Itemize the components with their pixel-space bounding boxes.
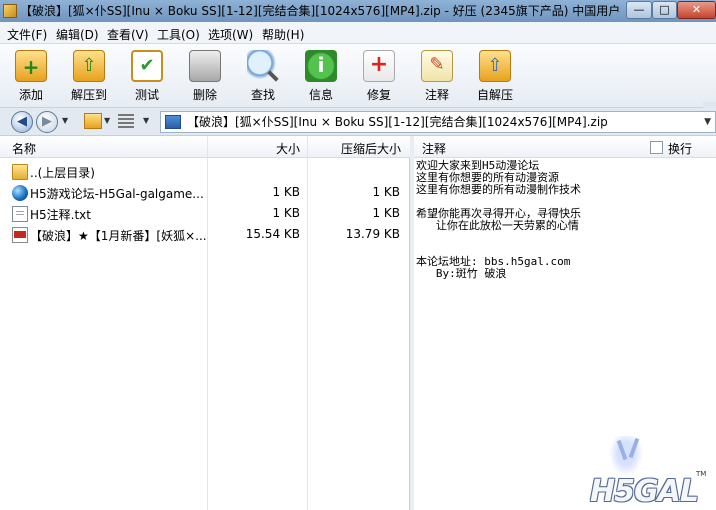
delete-button[interactable]: 删除 [179,48,231,104]
list-item[interactable]: H5游戏论坛-H5Gal-galgame... 1 KB 1 KB [0,182,410,203]
forward-button[interactable]: ▶ [36,111,58,133]
up-folder-icon[interactable] [84,113,102,129]
minimize-button[interactable]: — [626,1,652,19]
add-icon [15,50,47,82]
menu-help[interactable]: 帮助(H) [262,26,304,43]
file-size: 1 KB [272,185,300,199]
path-text: 【破浪】[狐×仆SS][Inu × Boku SS][1-12][完结合集][1… [187,115,608,129]
list-item[interactable]: 【破浪】★【1月新番】[妖狐×... 15.54 KB 13.79 KB [0,224,410,245]
menu-file[interactable]: 文件(F) [7,26,47,43]
address-bar: ◀ ▶ ▼ ▼ ▼ 【破浪】[狐×仆SS][Inu × Boku SS][1-1… [0,108,716,136]
file-list: 名称 大小 压缩后大小 ..(上层目录) H5游戏论坛-H5Gal-galgam… [0,136,410,510]
comment-pane: 注释 换行 欢迎大家来到H5动漫论坛 这里有你想要的所有动漫资源 这里有你想要的… [414,136,716,510]
h5gal-logo: H5GAL TM [584,436,714,509]
comment-label: 注释 [424,88,449,102]
file-name: H5游戏论坛-H5Gal-galgame... [30,187,204,201]
repair-label: 修复 [366,88,391,102]
comment-button[interactable]: 注释 [411,48,463,104]
column-size[interactable]: 大小 [276,140,300,157]
view-mode-icon[interactable] [118,114,134,128]
sfx-button[interactable]: 自解压 [469,48,521,104]
maximize-button[interactable]: □ [652,1,677,19]
folder-icon [12,164,28,180]
close-button[interactable]: ✕ [677,1,716,19]
delete-label: 删除 [192,88,217,102]
file-name: 【破浪】★【1月新番】[妖狐×... [30,229,206,243]
extract-icon [73,50,105,82]
back-button[interactable]: ◀ [11,111,33,133]
path-dropdown-icon[interactable]: ▼ [704,112,711,132]
comment-title: 注释 [422,142,447,156]
menu-edit[interactable]: 编辑(D) [56,26,99,43]
find-button[interactable]: 查找 [237,48,289,104]
title-bar: 【破浪】[狐×仆SS][Inu × Boku SS][1-12][完结合集][1… [0,0,716,22]
column-divider[interactable] [207,136,208,157]
comment-icon [421,50,453,82]
word-wrap-label[interactable]: 换行 [668,140,692,157]
globe-icon [12,185,28,201]
extract-to-button[interactable]: 解压到 [63,48,115,104]
delete-icon [189,50,221,82]
torrent-file-icon [12,227,28,243]
history-dropdown-icon[interactable]: ▼ [62,116,68,125]
file-list-header: 名称 大小 压缩后大小 [0,136,410,158]
menu-options[interactable]: 选项(W) [208,26,253,43]
txt-file-icon [12,206,28,222]
add-label: 添加 [18,88,43,102]
path-field[interactable]: 【破浪】[狐×仆SS][Inu × Boku SS][1-12][完结合集][1… [160,111,716,133]
menu-bar: 文件(F) 编辑(D) 查看(V) 工具(O) 选项(W) 帮助(H) [0,22,716,44]
file-compressed-size: 1 KB [372,185,400,199]
zip-archive-icon [165,115,181,129]
view-dropdown-icon[interactable]: ▼ [143,116,149,125]
repair-icon [363,50,395,82]
add-button[interactable]: 添加 [5,48,57,104]
sfx-label: 自解压 [476,88,513,102]
column-divider[interactable] [307,136,308,157]
menu-tools[interactable]: 工具(O) [157,26,200,43]
file-compressed-size: 1 KB [372,206,400,220]
column-name[interactable]: 名称 [12,140,36,157]
file-name: ..(上层目录) [30,166,95,180]
logo-text: H5GAL [590,474,699,509]
repair-button[interactable]: 修复 [353,48,405,104]
logo-trademark: TM [696,470,707,478]
file-size: 15.54 KB [245,227,300,241]
file-size: 1 KB [272,206,300,220]
test-label: 测试 [134,88,159,102]
column-compressed-size[interactable]: 压缩后大小 [341,140,401,157]
up-dropdown-icon[interactable]: ▼ [104,116,110,125]
test-icon [131,50,163,82]
info-label: 信息 [308,88,333,102]
word-wrap-checkbox[interactable] [650,141,663,154]
toolbar: 添加 解压到 测试 删除 查找 信息 修复 注释 自解压 [0,44,716,142]
file-name: H5注释.txt [30,208,91,222]
menu-view[interactable]: 查看(V) [107,26,149,43]
info-icon [305,50,337,82]
find-label: 查找 [250,88,275,102]
comment-header: 注释 换行 [414,136,716,158]
sfx-icon [479,50,511,82]
window-title: 【破浪】[狐×仆SS][Inu × Boku SS][1-12][完结合集][1… [20,4,620,18]
list-item[interactable]: H5注释.txt 1 KB 1 KB [0,203,410,224]
extract-to-label: 解压到 [70,88,107,102]
file-compressed-size: 13.79 KB [345,227,400,241]
info-button[interactable]: 信息 [295,48,347,104]
test-button[interactable]: 测试 [121,48,173,104]
app-icon [3,4,17,18]
list-item[interactable]: ..(上层目录) [0,161,410,182]
comment-text: 欢迎大家来到H5动漫论坛 这里有你想要的所有动漫资源 这里有你想要的所有动漫制作… [416,159,581,280]
find-icon [247,50,279,82]
